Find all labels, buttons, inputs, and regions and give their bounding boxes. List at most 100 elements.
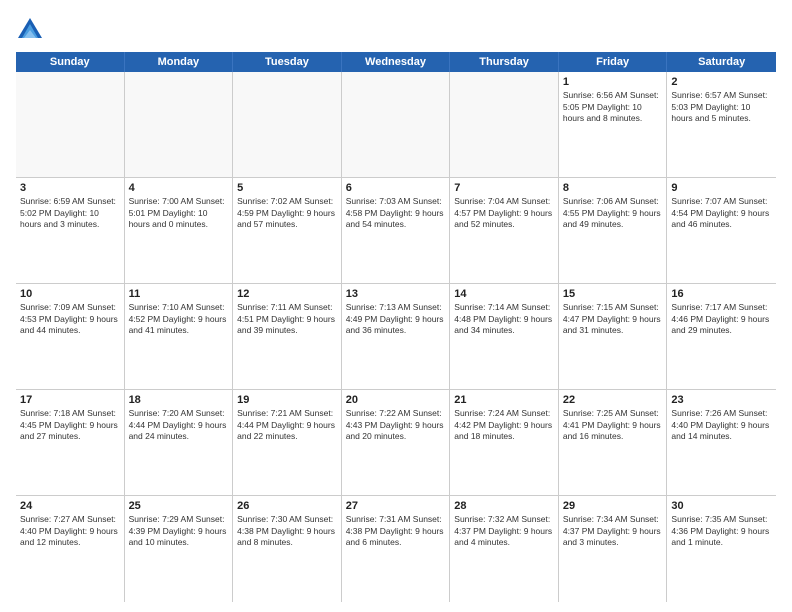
day-info: Sunrise: 7:18 AM Sunset: 4:45 PM Dayligh…	[20, 408, 120, 442]
day-info: Sunrise: 7:32 AM Sunset: 4:37 PM Dayligh…	[454, 514, 554, 548]
day-info: Sunrise: 7:20 AM Sunset: 4:44 PM Dayligh…	[129, 408, 229, 442]
day-number: 25	[129, 499, 229, 513]
day-number: 27	[346, 499, 446, 513]
calendar-cell: 14Sunrise: 7:14 AM Sunset: 4:48 PM Dayli…	[450, 284, 559, 389]
day-number: 11	[129, 287, 229, 301]
day-number: 1	[563, 75, 663, 89]
day-number: 9	[671, 181, 772, 195]
calendar-cell: 13Sunrise: 7:13 AM Sunset: 4:49 PM Dayli…	[342, 284, 451, 389]
calendar-cell: 5Sunrise: 7:02 AM Sunset: 4:59 PM Daylig…	[233, 178, 342, 283]
header	[16, 16, 776, 44]
day-info: Sunrise: 7:30 AM Sunset: 4:38 PM Dayligh…	[237, 514, 337, 548]
calendar-cell: 26Sunrise: 7:30 AM Sunset: 4:38 PM Dayli…	[233, 496, 342, 602]
header-day-tuesday: Tuesday	[233, 52, 342, 72]
calendar-cell	[125, 72, 234, 177]
day-info: Sunrise: 7:06 AM Sunset: 4:55 PM Dayligh…	[563, 196, 663, 230]
calendar-cell	[450, 72, 559, 177]
day-number: 26	[237, 499, 337, 513]
day-info: Sunrise: 7:09 AM Sunset: 4:53 PM Dayligh…	[20, 302, 120, 336]
day-info: Sunrise: 6:59 AM Sunset: 5:02 PM Dayligh…	[20, 196, 120, 230]
day-info: Sunrise: 7:34 AM Sunset: 4:37 PM Dayligh…	[563, 514, 663, 548]
day-info: Sunrise: 6:57 AM Sunset: 5:03 PM Dayligh…	[671, 90, 772, 124]
calendar-cell: 1Sunrise: 6:56 AM Sunset: 5:05 PM Daylig…	[559, 72, 668, 177]
day-info: Sunrise: 7:14 AM Sunset: 4:48 PM Dayligh…	[454, 302, 554, 336]
calendar-header: SundayMondayTuesdayWednesdayThursdayFrid…	[16, 52, 776, 72]
calendar-cell: 8Sunrise: 7:06 AM Sunset: 4:55 PM Daylig…	[559, 178, 668, 283]
header-day-wednesday: Wednesday	[342, 52, 451, 72]
day-info: Sunrise: 7:21 AM Sunset: 4:44 PM Dayligh…	[237, 408, 337, 442]
day-number: 2	[671, 75, 772, 89]
calendar-cell: 2Sunrise: 6:57 AM Sunset: 5:03 PM Daylig…	[667, 72, 776, 177]
header-day-saturday: Saturday	[667, 52, 776, 72]
calendar-row-4: 24Sunrise: 7:27 AM Sunset: 4:40 PM Dayli…	[16, 496, 776, 602]
day-info: Sunrise: 7:26 AM Sunset: 4:40 PM Dayligh…	[671, 408, 772, 442]
header-day-friday: Friday	[559, 52, 668, 72]
calendar-cell: 24Sunrise: 7:27 AM Sunset: 4:40 PM Dayli…	[16, 496, 125, 602]
calendar-cell: 22Sunrise: 7:25 AM Sunset: 4:41 PM Dayli…	[559, 390, 668, 495]
logo-icon	[16, 16, 44, 44]
day-number: 3	[20, 181, 120, 195]
day-number: 24	[20, 499, 120, 513]
calendar-cell: 28Sunrise: 7:32 AM Sunset: 4:37 PM Dayli…	[450, 496, 559, 602]
day-info: Sunrise: 7:03 AM Sunset: 4:58 PM Dayligh…	[346, 196, 446, 230]
day-number: 30	[671, 499, 772, 513]
day-info: Sunrise: 7:22 AM Sunset: 4:43 PM Dayligh…	[346, 408, 446, 442]
day-number: 13	[346, 287, 446, 301]
day-info: Sunrise: 7:02 AM Sunset: 4:59 PM Dayligh…	[237, 196, 337, 230]
day-number: 7	[454, 181, 554, 195]
header-day-monday: Monday	[125, 52, 234, 72]
calendar-row-0: 1Sunrise: 6:56 AM Sunset: 5:05 PM Daylig…	[16, 72, 776, 178]
calendar-cell: 15Sunrise: 7:15 AM Sunset: 4:47 PM Dayli…	[559, 284, 668, 389]
calendar-cell: 25Sunrise: 7:29 AM Sunset: 4:39 PM Dayli…	[125, 496, 234, 602]
calendar-cell: 17Sunrise: 7:18 AM Sunset: 4:45 PM Dayli…	[16, 390, 125, 495]
day-number: 18	[129, 393, 229, 407]
day-info: Sunrise: 7:25 AM Sunset: 4:41 PM Dayligh…	[563, 408, 663, 442]
day-info: Sunrise: 7:04 AM Sunset: 4:57 PM Dayligh…	[454, 196, 554, 230]
day-number: 16	[671, 287, 772, 301]
calendar-cell: 10Sunrise: 7:09 AM Sunset: 4:53 PM Dayli…	[16, 284, 125, 389]
day-number: 22	[563, 393, 663, 407]
calendar-cell: 12Sunrise: 7:11 AM Sunset: 4:51 PM Dayli…	[233, 284, 342, 389]
calendar-cell: 7Sunrise: 7:04 AM Sunset: 4:57 PM Daylig…	[450, 178, 559, 283]
day-number: 19	[237, 393, 337, 407]
calendar-cell: 16Sunrise: 7:17 AM Sunset: 4:46 PM Dayli…	[667, 284, 776, 389]
day-number: 29	[563, 499, 663, 513]
logo	[16, 16, 48, 44]
day-number: 23	[671, 393, 772, 407]
calendar-cell: 18Sunrise: 7:20 AM Sunset: 4:44 PM Dayli…	[125, 390, 234, 495]
day-number: 14	[454, 287, 554, 301]
day-info: Sunrise: 7:31 AM Sunset: 4:38 PM Dayligh…	[346, 514, 446, 548]
day-info: Sunrise: 6:56 AM Sunset: 5:05 PM Dayligh…	[563, 90, 663, 124]
calendar-cell: 27Sunrise: 7:31 AM Sunset: 4:38 PM Dayli…	[342, 496, 451, 602]
day-number: 17	[20, 393, 120, 407]
day-info: Sunrise: 7:17 AM Sunset: 4:46 PM Dayligh…	[671, 302, 772, 336]
calendar-cell: 20Sunrise: 7:22 AM Sunset: 4:43 PM Dayli…	[342, 390, 451, 495]
header-day-sunday: Sunday	[16, 52, 125, 72]
day-number: 6	[346, 181, 446, 195]
day-number: 12	[237, 287, 337, 301]
page: SundayMondayTuesdayWednesdayThursdayFrid…	[0, 0, 792, 612]
day-number: 20	[346, 393, 446, 407]
day-number: 8	[563, 181, 663, 195]
calendar-cell: 19Sunrise: 7:21 AM Sunset: 4:44 PM Dayli…	[233, 390, 342, 495]
calendar-cell: 9Sunrise: 7:07 AM Sunset: 4:54 PM Daylig…	[667, 178, 776, 283]
day-info: Sunrise: 7:15 AM Sunset: 4:47 PM Dayligh…	[563, 302, 663, 336]
calendar-row-1: 3Sunrise: 6:59 AM Sunset: 5:02 PM Daylig…	[16, 178, 776, 284]
day-info: Sunrise: 7:35 AM Sunset: 4:36 PM Dayligh…	[671, 514, 772, 548]
calendar-row-2: 10Sunrise: 7:09 AM Sunset: 4:53 PM Dayli…	[16, 284, 776, 390]
calendar-cell: 21Sunrise: 7:24 AM Sunset: 4:42 PM Dayli…	[450, 390, 559, 495]
calendar: SundayMondayTuesdayWednesdayThursdayFrid…	[16, 52, 776, 602]
day-number: 21	[454, 393, 554, 407]
day-number: 4	[129, 181, 229, 195]
calendar-cell: 11Sunrise: 7:10 AM Sunset: 4:52 PM Dayli…	[125, 284, 234, 389]
day-number: 10	[20, 287, 120, 301]
day-info: Sunrise: 7:29 AM Sunset: 4:39 PM Dayligh…	[129, 514, 229, 548]
header-day-thursday: Thursday	[450, 52, 559, 72]
calendar-cell: 6Sunrise: 7:03 AM Sunset: 4:58 PM Daylig…	[342, 178, 451, 283]
calendar-cell: 29Sunrise: 7:34 AM Sunset: 4:37 PM Dayli…	[559, 496, 668, 602]
day-info: Sunrise: 7:24 AM Sunset: 4:42 PM Dayligh…	[454, 408, 554, 442]
day-info: Sunrise: 7:07 AM Sunset: 4:54 PM Dayligh…	[671, 196, 772, 230]
calendar-cell	[16, 72, 125, 177]
calendar-cell	[233, 72, 342, 177]
calendar-cell	[342, 72, 451, 177]
